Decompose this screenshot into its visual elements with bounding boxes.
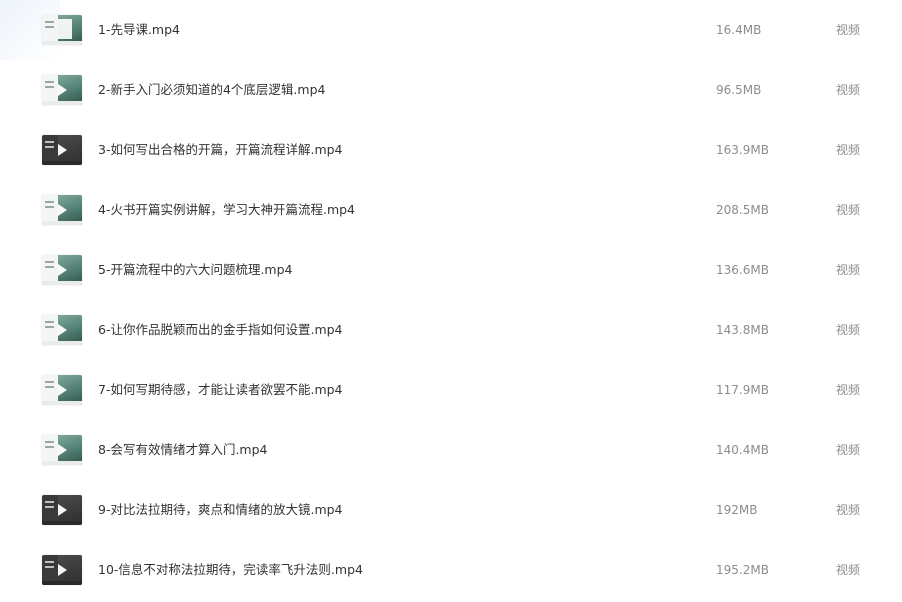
file-name[interactable]: 4-火书开篇实例讲解，学习大神开篇流程.mp4 (98, 202, 355, 218)
play-icon (58, 84, 67, 96)
file-type: 视频 (836, 503, 861, 517)
video-thumbnail-icon[interactable] (42, 315, 82, 345)
file-type: 视频 (836, 143, 861, 157)
video-thumbnail-icon[interactable] (42, 15, 82, 45)
video-thumbnail-icon[interactable] (42, 255, 82, 285)
file-size: 195.2MB (716, 563, 769, 577)
file-row[interactable]: 5-开篇流程中的六大问题梳理.mp4 136.6MB 视频 (0, 240, 902, 300)
file-name[interactable]: 7-如何写期待感，才能让读者欲罢不能.mp4 (98, 382, 343, 398)
file-row[interactable]: 8-会写有效情绪才算入门.mp4 140.4MB 视频 (0, 420, 902, 480)
video-thumbnail-icon[interactable] (42, 195, 82, 225)
video-thumbnail-icon[interactable] (42, 375, 82, 405)
file-list: 1-先导课.mp4 16.4MB 视频 2-新手入门必须知道的4个底层逻辑.mp… (0, 0, 902, 600)
video-thumbnail-icon[interactable] (42, 135, 82, 165)
file-name[interactable]: 2-新手入门必须知道的4个底层逻辑.mp4 (98, 82, 325, 98)
file-size: 117.9MB (716, 383, 769, 397)
video-thumbnail-icon[interactable] (42, 75, 82, 105)
file-size: 192MB (716, 503, 758, 517)
file-type: 视频 (836, 563, 861, 577)
file-size: 163.9MB (716, 143, 769, 157)
file-size: 143.8MB (716, 323, 769, 337)
file-type: 视频 (836, 443, 861, 457)
play-icon (58, 144, 67, 156)
file-row[interactable]: 7-如何写期待感，才能让读者欲罢不能.mp4 117.9MB 视频 (0, 360, 902, 420)
video-thumbnail-icon[interactable] (42, 435, 82, 465)
video-thumbnail-icon[interactable] (42, 555, 82, 585)
file-name[interactable]: 5-开篇流程中的六大问题梳理.mp4 (98, 262, 293, 278)
file-row[interactable]: 6-让你作品脱颖而出的金手指如何设置.mp4 143.8MB 视频 (0, 300, 902, 360)
file-row[interactable]: 3-如何写出合格的开篇，开篇流程详解.mp4 163.9MB 视频 (0, 120, 902, 180)
file-name[interactable]: 6-让你作品脱颖而出的金手指如何设置.mp4 (98, 322, 343, 338)
file-row[interactable]: 9-对比法拉期待，爽点和情绪的放大镜.mp4 192MB 视频 (0, 480, 902, 540)
play-icon (58, 204, 67, 216)
file-size: 140.4MB (716, 443, 769, 457)
play-icon (58, 444, 67, 456)
file-name[interactable]: 9-对比法拉期待，爽点和情绪的放大镜.mp4 (98, 502, 343, 518)
play-icon (58, 264, 67, 276)
file-size: 16.4MB (716, 23, 762, 37)
file-row[interactable]: 2-新手入门必须知道的4个底层逻辑.mp4 96.5MB 视频 (0, 60, 902, 120)
file-row[interactable]: 10-信息不对称法拉期待，完读率飞升法则.mp4 195.2MB 视频 (0, 540, 902, 600)
file-list-page: 1-先导课.mp4 16.4MB 视频 2-新手入门必须知道的4个底层逻辑.mp… (0, 0, 902, 602)
file-type: 视频 (836, 383, 861, 397)
file-row[interactable]: 4-火书开篇实例讲解，学习大神开篇流程.mp4 208.5MB 视频 (0, 180, 902, 240)
file-size: 136.6MB (716, 263, 769, 277)
file-name[interactable]: 1-先导课.mp4 (98, 22, 180, 38)
file-name[interactable]: 3-如何写出合格的开篇，开篇流程详解.mp4 (98, 142, 343, 158)
file-type: 视频 (836, 23, 861, 37)
play-icon (58, 504, 67, 516)
play-icon (58, 324, 67, 336)
file-size: 96.5MB (716, 83, 762, 97)
file-type: 视频 (836, 323, 861, 337)
file-type: 视频 (836, 203, 861, 217)
play-icon (58, 564, 67, 576)
file-name[interactable]: 8-会写有效情绪才算入门.mp4 (98, 442, 268, 458)
file-type: 视频 (836, 83, 861, 97)
play-icon (58, 384, 67, 396)
video-thumbnail-icon[interactable] (42, 495, 82, 525)
file-name[interactable]: 10-信息不对称法拉期待，完读率飞升法则.mp4 (98, 562, 363, 578)
file-type: 视频 (836, 263, 861, 277)
file-size: 208.5MB (716, 203, 769, 217)
file-row[interactable]: 1-先导课.mp4 16.4MB 视频 (0, 0, 902, 60)
